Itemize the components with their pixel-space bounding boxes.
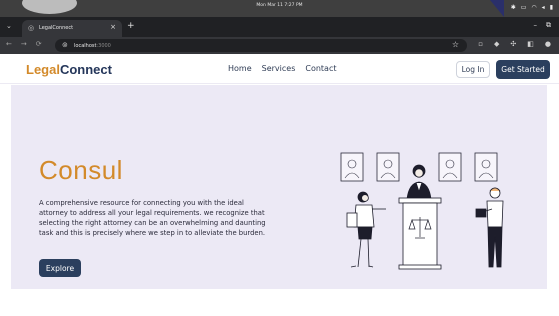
hero-description: A comprehensive resource for connecting … (39, 199, 266, 237)
url-host: localhost (74, 42, 97, 49)
browser-toolbar: ← → ⟳ ⊚ localhost:3000 ☆ ▫ ◆ ✣ ◧ ● (0, 37, 559, 54)
globe-icon: ◎ (28, 24, 35, 32)
podium-base (398, 264, 442, 270)
wifi-icon: ◠ (531, 4, 537, 11)
puzzle-icon[interactable]: ✣ (510, 40, 516, 48)
main-menu: Home Services Contact (228, 64, 336, 73)
page-bottom-area (0, 289, 559, 316)
portrait-frame (438, 152, 462, 182)
extension-icon[interactable]: ◆ (494, 40, 499, 48)
explore-button[interactable]: Explore (39, 259, 81, 277)
courtroom-illustration (340, 152, 504, 270)
restore-icon[interactable]: ⧉ (546, 21, 551, 30)
minimize-icon[interactable]: – (534, 21, 538, 30)
bookmark-star-icon[interactable]: ☆ (452, 40, 459, 49)
tab-title: LegalConnect (39, 25, 74, 31)
volume-icon: ◂ (541, 4, 545, 11)
status-wedge (490, 0, 504, 17)
menu-item-contact[interactable]: Contact (305, 64, 336, 73)
display-icon: ▭ (520, 4, 527, 11)
get-started-button[interactable]: Get Started (496, 60, 550, 79)
brand-logo[interactable]: LegalConnect (26, 62, 112, 77)
close-icon[interactable]: × (110, 23, 116, 31)
logo-part-legal: Legal (26, 62, 60, 77)
site-navbar: LegalConnect Home Services Contact Log I… (0, 54, 559, 84)
window-controls: – ⧉ (534, 21, 552, 30)
system-clock[interactable]: Mon Mar 11 7:27 PM (0, 3, 559, 8)
address-bar[interactable]: ⊚ localhost:3000 ☆ (55, 39, 467, 52)
sidepanel-icon[interactable]: ◧ (527, 40, 534, 48)
system-tray[interactable]: ✱ ▭ ◠ ◂ ▮ (511, 4, 553, 11)
bluetooth-icon: ✱ (510, 4, 516, 11)
forward-icon[interactable]: → (21, 40, 27, 48)
os-top-bar: Mon Mar 11 7:27 PM ✱ ▭ ◠ ◂ ▮ (0, 0, 559, 17)
profile-icon[interactable]: ● (545, 40, 551, 48)
new-tab-button[interactable]: + (127, 21, 135, 31)
browser-tab[interactable]: ◎ LegalConnect × (22, 20, 122, 37)
man-lawyer-figure (475, 187, 504, 268)
hero-section: Consul A comprehensive resource for conn… (11, 85, 547, 289)
site-info-icon[interactable]: ⊚ (62, 41, 68, 49)
woman-lawyer-figure (346, 191, 386, 268)
menu-item-home[interactable]: Home (228, 64, 252, 73)
battery-icon: ▮ (549, 4, 553, 11)
podium-top (398, 197, 442, 204)
menu-item-services[interactable]: Services (262, 64, 296, 73)
hero-title: Consul (39, 155, 123, 185)
login-button[interactable]: Log In (456, 61, 490, 78)
tab-search-icon[interactable]: ⌄ (6, 22, 12, 30)
reload-icon[interactable]: ⟳ (36, 40, 42, 48)
browser-tab-strip: ⌄ ◎ LegalConnect × + – ⧉ (0, 17, 559, 37)
url-text[interactable]: localhost:3000 (74, 43, 111, 49)
portrait-frame (474, 152, 498, 182)
portrait-frame (376, 152, 400, 182)
extension-icon[interactable]: ▫ (478, 40, 483, 48)
portrait-frame (340, 152, 364, 182)
back-icon[interactable]: ← (6, 40, 12, 48)
judge-figure (406, 164, 432, 200)
extensions-area: ▫ ◆ ✣ ◧ ● (478, 40, 551, 48)
url-port: :3000 (96, 42, 111, 49)
nav-buttons: ← → ⟳ (6, 40, 42, 48)
logo-part-connect: Connect (59, 62, 112, 77)
